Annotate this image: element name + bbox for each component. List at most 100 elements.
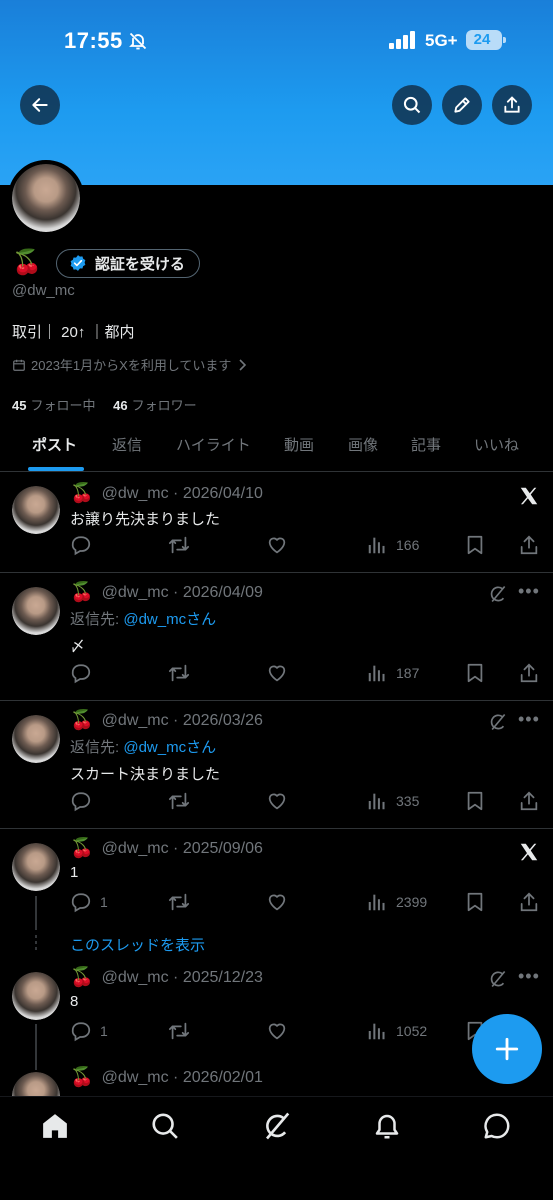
share-post-button[interactable] [518, 662, 540, 684]
like-button[interactable] [266, 534, 288, 556]
repost-button[interactable] [168, 891, 190, 913]
reply-count: 1 [100, 1023, 108, 1039]
post-avatar[interactable] [12, 843, 60, 891]
tab-likes[interactable]: いいね [474, 434, 519, 455]
post-item[interactable]: 🍒 @dw_mc · 2026/04/10 お譲り先決まりました 166 [0, 472, 553, 573]
profile-avatar[interactable] [8, 160, 84, 236]
post-item[interactable]: 🍒 @dw_mc · 2026/03/26 ••• 返信先: @dw_mcさん ス… [0, 701, 553, 829]
reply-icon [70, 1020, 92, 1042]
tab-highlights[interactable]: ハイライト [176, 434, 251, 455]
repost-button[interactable] [168, 790, 190, 812]
avatar-image [12, 843, 60, 891]
arrow-left-icon [32, 98, 48, 112]
grok-icon[interactable] [488, 584, 508, 604]
share-post-button[interactable] [518, 534, 540, 556]
bookmark-icon [464, 790, 486, 812]
thread-dot [35, 947, 37, 950]
edit-button[interactable] [442, 85, 482, 125]
post-author: 🍒 [70, 967, 94, 988]
search-icon [403, 96, 421, 114]
tab-replies[interactable]: 返信 [112, 434, 142, 455]
reply-mention[interactable]: @dw_mcさん [123, 611, 216, 628]
views-button[interactable]: 335 [366, 790, 419, 812]
bookmark-button[interactable] [464, 662, 486, 684]
bookmark-button[interactable] [464, 790, 486, 812]
share-icon [518, 662, 540, 684]
views-icon [366, 1020, 388, 1042]
post-avatar[interactable] [12, 587, 60, 635]
reply-mention[interactable]: @dw_mcさん [123, 739, 216, 756]
bookmark-button[interactable] [464, 534, 486, 556]
views-button[interactable]: 2399 [366, 891, 427, 913]
reply-button[interactable]: 1 [70, 891, 108, 913]
more-options-icon[interactable]: ••• [518, 581, 540, 602]
post-header: 🍒 @dw_mc · 2026/04/10 [70, 484, 263, 503]
like-button[interactable] [266, 662, 288, 684]
post-header: 🍒 @dw_mc · 2026/04/09 [70, 583, 263, 602]
reply-button[interactable]: 1 [70, 1020, 108, 1042]
post-avatar[interactable] [12, 486, 60, 534]
post-item[interactable]: 🍒 @dw_mc · 2025/09/06 1 1 2399 [0, 829, 553, 929]
reply-button[interactable] [70, 790, 92, 812]
compose-button[interactable] [472, 1014, 542, 1084]
repost-button[interactable] [168, 662, 190, 684]
share-post-button[interactable] [518, 891, 540, 913]
more-options-icon[interactable]: ••• [518, 709, 540, 730]
nav-notifications[interactable] [372, 1111, 402, 1146]
pencil-icon [454, 97, 470, 113]
post-avatar[interactable] [12, 972, 60, 1020]
avatar-image [12, 1072, 60, 1096]
post-author: 🍒 [70, 582, 94, 603]
post-item[interactable]: 🍒 @dw_mc · 2025/12/23 ••• 8 1 1052 [0, 958, 553, 1058]
follow-stats: 45 フォロー中 46 フォロワー [12, 395, 542, 414]
repost-icon [168, 534, 190, 556]
post-text: 〆 [70, 638, 86, 655]
back-button[interactable] [20, 85, 60, 125]
show-thread-link[interactable]: このスレッドを表示 [70, 934, 205, 955]
tab-videos[interactable]: 動画 [284, 434, 314, 455]
share-icon [518, 534, 540, 556]
like-button[interactable] [266, 891, 288, 913]
views-button[interactable]: 1052 [366, 1020, 427, 1042]
nav-grok[interactable] [262, 1111, 292, 1146]
following-link[interactable]: 45 フォロー中 [12, 398, 95, 413]
repost-button[interactable] [168, 534, 190, 556]
tab-articles[interactable]: 記事 [411, 434, 441, 455]
post-author: 🍒 [70, 483, 94, 504]
bookmark-button[interactable] [464, 891, 486, 913]
verified-badge-icon [70, 255, 86, 271]
nav-home[interactable] [40, 1111, 70, 1146]
share-button[interactable] [492, 85, 532, 125]
heart-icon [266, 891, 288, 913]
post-avatar[interactable] [12, 715, 60, 763]
views-count: 335 [396, 793, 420, 809]
followers-link[interactable]: 46 フォロワー [113, 398, 196, 413]
post-item[interactable]: 🍒 @dw_mc · 2026/04/09 ••• 返信先: @dw_mcさん 〆… [0, 573, 553, 701]
reply-button[interactable] [70, 662, 92, 684]
nav-search[interactable] [150, 1111, 180, 1146]
reply-context: 返信先: @dw_mcさん [70, 608, 216, 629]
views-button[interactable]: 187 [366, 662, 419, 684]
more-options-icon[interactable]: ••• [518, 966, 540, 987]
grok-icon[interactable] [488, 969, 508, 989]
post-meta: @dw_mc · 2026/02/01 [101, 1068, 263, 1086]
reply-button[interactable] [70, 534, 92, 556]
get-verified-button[interactable]: 認証を受ける [55, 248, 200, 278]
search-button[interactable] [392, 85, 432, 125]
joined-date[interactable]: 2023年1月からXを利用しています [12, 355, 542, 374]
views-button[interactable]: 166 [366, 534, 419, 556]
post-item[interactable]: 🍒 @dw_mc · 2026/02/01 [0, 1058, 553, 1096]
active-tab-indicator [28, 467, 84, 471]
post-meta: @dw_mc · 2025/09/06 [101, 839, 263, 857]
like-button[interactable] [266, 1020, 288, 1042]
nav-messages[interactable] [482, 1111, 512, 1146]
avatar-image [12, 486, 60, 534]
tab-images[interactable]: 画像 [348, 434, 378, 455]
post-avatar[interactable] [12, 1072, 60, 1096]
followers-count: 46 [113, 398, 128, 413]
grok-icon[interactable] [488, 712, 508, 732]
tab-posts[interactable]: ポスト [32, 434, 77, 455]
like-button[interactable] [266, 790, 288, 812]
repost-button[interactable] [168, 1020, 190, 1042]
share-post-button[interactable] [518, 790, 540, 812]
